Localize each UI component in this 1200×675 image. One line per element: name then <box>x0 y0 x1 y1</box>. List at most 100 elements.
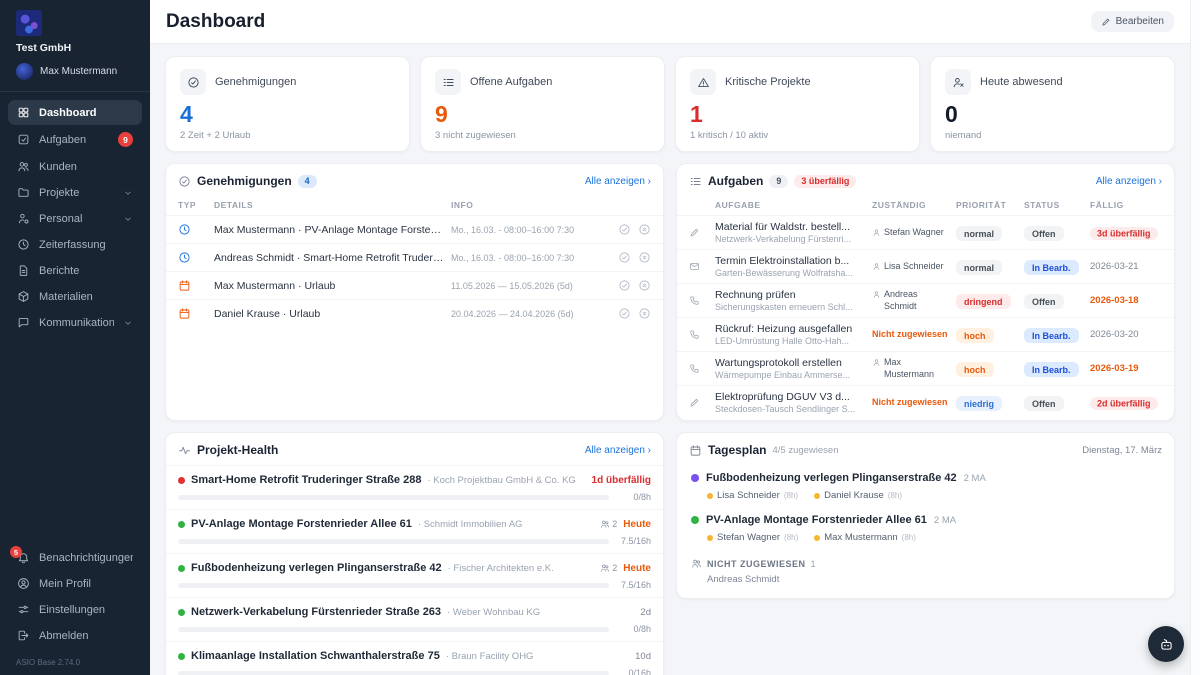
stat-label: Kritische Projekte <box>725 76 811 88</box>
task-row[interactable]: Wartungsprotokoll erstellen Wärmepumpe E… <box>677 351 1174 385</box>
project-row[interactable]: PV-Anlage Montage Forstenrieder Allee 61… <box>166 509 663 553</box>
day-plan-person[interactable]: Stefan Wagner (8h) <box>707 532 798 543</box>
avatar <box>16 63 33 80</box>
column-header: STATUS <box>1024 196 1084 215</box>
user-menu[interactable]: Max Mustermann <box>16 63 134 80</box>
status-badge: In Bearb. <box>1024 260 1079 275</box>
sidebar-item-materialien[interactable]: Materialien <box>8 284 142 309</box>
edit-button-label: Bearbeiten <box>1116 16 1164 27</box>
status-dot <box>178 653 185 660</box>
reject-button[interactable] <box>638 279 651 292</box>
person-dot <box>814 493 820 499</box>
person-name: Daniel Krause <box>824 490 884 501</box>
approve-button[interactable] <box>618 223 631 236</box>
project-health-title: Projekt-Health <box>197 443 278 457</box>
approvals-show-all-link[interactable]: Alle anzeigen › <box>585 176 651 187</box>
stat-card-genehmigungen[interactable]: Genehmigungen 4 2 Zeit + 2 Urlaub <box>165 56 410 152</box>
sidebar-item-label: Kunden <box>39 161 77 173</box>
pencil-icon <box>689 397 700 408</box>
project-health-show-all-link[interactable]: Alle anzeigen › <box>585 445 651 456</box>
stat-card-kritische-projekte[interactable]: Kritische Projekte 1 1 kritisch / 10 akt… <box>675 56 920 152</box>
stat-sub: 3 nicht zugewiesen <box>435 130 650 141</box>
reject-button[interactable] <box>638 307 651 320</box>
project-row[interactable]: Netzwerk-Verkabelung Fürstenrieder Straß… <box>166 597 663 641</box>
approval-row[interactable]: Daniel Krause · Urlaub 20.04.2026 — 24.0… <box>166 299 663 327</box>
sidebar-item-dashboard[interactable]: Dashboard <box>8 100 142 125</box>
sidebar-item-mein-profil[interactable]: Mein Profil <box>8 571 142 596</box>
tasks-count-badge: 9 <box>769 175 788 188</box>
day-plan-person[interactable]: Daniel Krause (8h) <box>814 490 902 501</box>
unassigned-names: Andreas Schmidt <box>707 574 1160 585</box>
stat-cards: Genehmigungen 4 2 Zeit + 2 Urlaub Offene… <box>165 56 1175 152</box>
project-hours: 7.5/16h <box>617 536 651 546</box>
document-icon <box>17 264 30 277</box>
crew-icon <box>600 519 610 529</box>
sidebar-item-label: Berichte <box>39 265 79 277</box>
task-row[interactable]: Material für Waldstr. bestell... Netzwer… <box>677 215 1174 249</box>
project-row[interactable]: Klimaanlage Installation Schwanthalerstr… <box>166 641 663 675</box>
sidebar-item-label: Einstellungen <box>39 604 105 616</box>
sidebar-item-berichte[interactable]: Berichte <box>8 258 142 283</box>
edit-button[interactable]: Bearbeiten <box>1091 11 1174 32</box>
check-circle-icon <box>187 76 200 89</box>
priority-badge: hoch <box>956 328 994 343</box>
clock-icon <box>178 223 191 236</box>
task-row[interactable]: Termin Elektroinstallation b... Garten-B… <box>677 249 1174 283</box>
project-health-panel: Projekt-Health Alle anzeigen › Smart-Hom… <box>165 432 664 675</box>
approval-row[interactable]: Max Mustermann · PV-Anlage Montage Forst… <box>166 215 663 243</box>
x-circle-icon <box>638 307 651 320</box>
task-row[interactable]: Rückruf: Heizung ausgefallen LED-Umrüstu… <box>677 317 1174 351</box>
status-badge: Offen <box>1024 396 1064 411</box>
approve-button[interactable] <box>618 279 631 292</box>
task-row[interactable]: Elektroprüfung DGUV V3 d... Steckdosen-T… <box>677 385 1174 419</box>
due-badge: 2d überfällig <box>1090 397 1158 410</box>
stat-value: 9 <box>435 103 650 126</box>
stat-card-heute-abwesend[interactable]: Heute abwesend 0 niemand <box>930 56 1175 152</box>
task-project: Garten-Bewässerung Wolfratsha... <box>715 268 866 278</box>
task-row[interactable]: Rechnung prüfen Sicherungskasten erneuer… <box>677 283 1174 317</box>
check-circle-icon <box>618 223 631 236</box>
column-header: FÄLLIG <box>1090 196 1162 215</box>
user-circle-icon <box>17 577 30 590</box>
project-row[interactable]: Smart-Home Retrofit Truderinger Straße 2… <box>166 465 663 509</box>
tasks-show-all-link[interactable]: Alle anzeigen › <box>1096 176 1162 187</box>
day-plan-item[interactable]: Fußbodenheizung verlegen Plinganserstraß… <box>677 465 1174 507</box>
reject-button[interactable] <box>638 251 651 264</box>
sidebar-item-zeiterfassung[interactable]: Zeiterfassung <box>8 232 142 257</box>
sidebar-item-kunden[interactable]: Kunden <box>8 154 142 179</box>
scrollbar[interactable] <box>1190 0 1200 675</box>
approval-info: 20.04.2026 — 24.04.2026 (5d) <box>451 309 601 319</box>
sidebar-item-aufgaben[interactable]: Aufgaben 9 <box>8 126 142 153</box>
day-plan-subtitle: 4/5 zugewiesen <box>772 445 838 456</box>
sidebar-item-benachrichtigungen[interactable]: 5 Benachrichtigungen <box>8 545 142 570</box>
sidebar-item-kommunikation[interactable]: Kommunikation <box>8 310 142 335</box>
approve-button[interactable] <box>618 307 631 320</box>
project-name: Fußbodenheizung verlegen Plinganserstraß… <box>191 562 442 574</box>
day-plan-person[interactable]: Max Mustermann (8h) <box>814 532 916 543</box>
person-dot <box>814 535 820 541</box>
stat-card-offene-aufgaben[interactable]: Offene Aufgaben 9 3 nicht zugewiesen <box>420 56 665 152</box>
approval-row[interactable]: Max Mustermann · Urlaub 11.05.2026 — 15.… <box>166 271 663 299</box>
approve-button[interactable] <box>618 251 631 264</box>
sidebar-item-personal[interactable]: Personal <box>8 206 142 231</box>
day-plan-ma-count: 2 MA <box>964 473 986 484</box>
clock-icon <box>178 251 191 264</box>
task-assignee: Nicht zugewiesen <box>872 397 950 408</box>
sidebar-item-einstellungen[interactable]: Einstellungen <box>8 597 142 622</box>
project-row[interactable]: Fußbodenheizung verlegen Plinganserstraß… <box>166 553 663 597</box>
task-assignee: Nicht zugewiesen <box>872 329 950 340</box>
approvals-table-header: TYP DETAILS INFO <box>166 196 663 215</box>
day-plan-item[interactable]: PV-Anlage Montage Forstenrieder Allee 61… <box>677 507 1174 549</box>
approval-row[interactable]: Andreas Schmidt · Smart-Home Retrofit Tr… <box>166 243 663 271</box>
task-title: Rechnung prüfen <box>715 289 866 301</box>
reject-button[interactable] <box>638 223 651 236</box>
stat-label: Offene Aufgaben <box>470 76 552 88</box>
project-hours: 7.5/16h <box>617 580 651 590</box>
day-plan-person[interactable]: Lisa Schneider (8h) <box>707 490 798 501</box>
project-meta: 2d <box>640 607 651 618</box>
check-circle-icon <box>618 307 631 320</box>
sidebar-item-projekte[interactable]: Projekte <box>8 180 142 205</box>
person-hours: (8h) <box>902 533 916 542</box>
chatbot-fab-button[interactable] <box>1148 626 1184 662</box>
sidebar-item-abmelden[interactable]: Abmelden <box>8 623 142 648</box>
